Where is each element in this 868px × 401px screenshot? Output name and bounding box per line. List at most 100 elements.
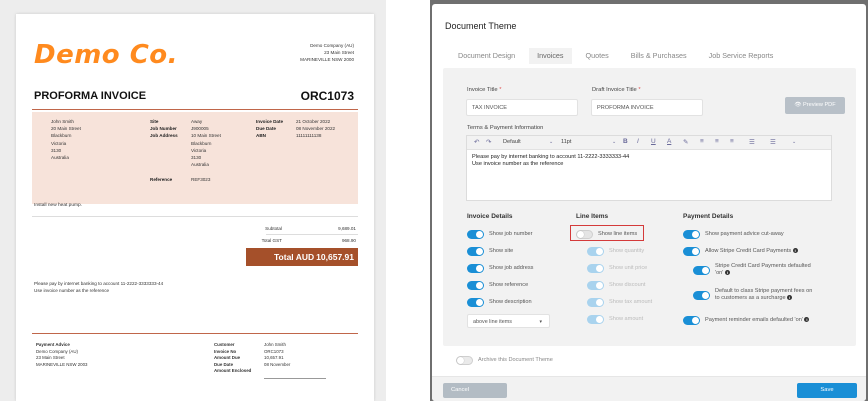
toggle-switch[interactable] xyxy=(683,230,700,239)
toggle-switch[interactable] xyxy=(467,281,484,290)
toggle-label: Show quantity xyxy=(609,248,645,254)
total-value: 10,657.91 xyxy=(316,252,354,262)
align-left-icon[interactable]: ≡ xyxy=(700,138,704,145)
description-position-value: above line items xyxy=(473,319,512,325)
required-mark: * xyxy=(638,87,641,93)
highlight-icon[interactable]: ✎ xyxy=(683,138,688,146)
site-labels: Site Job Number Job Address Reference xyxy=(150,118,178,183)
invoice-doc-title: PROFORMA INVOICE xyxy=(34,90,147,102)
terms-label: Terms & Payment Information xyxy=(467,125,544,131)
toggle-label: Show payment advice cut-away xyxy=(705,231,784,237)
from-city: MARINEVILLE NSW 2000 xyxy=(300,57,354,62)
from-address: Demo Company (AU) 23 Main Street MARINEV… xyxy=(300,42,354,63)
info-icon[interactable]: i xyxy=(787,295,793,301)
toggle-switch[interactable] xyxy=(456,356,473,365)
job-number-value: J900005 xyxy=(191,126,209,132)
document-theme-modal: Document Theme Document Design Invoices … xyxy=(432,4,866,401)
job-address-street: 10 Main Street xyxy=(191,133,221,139)
invoice-date-value: 21 October 2022 xyxy=(296,119,331,124)
toggle-switch[interactable] xyxy=(587,315,604,324)
job-address-country: Australia xyxy=(191,162,209,168)
total-label: Total AUD xyxy=(274,252,315,262)
toggle-label-line-1: Default to class Stripe payment fees on xyxy=(715,288,813,294)
customer-postcode: 3130 xyxy=(51,147,62,153)
advice-city: MARINEVILLE NSW 2003 xyxy=(36,361,88,367)
toggle-switch[interactable] xyxy=(683,316,700,325)
date-values: 21 October 2022 08 November 2022 1111111… xyxy=(296,118,335,140)
gst-value: 968.90 xyxy=(341,238,356,243)
tab-quotes[interactable]: Quotes xyxy=(578,48,617,64)
toggle-label: Show job address xyxy=(489,265,534,271)
undo-icon[interactable]: ↶ xyxy=(474,138,479,146)
tab-document-design[interactable]: Document Design xyxy=(450,48,523,64)
toggle-label: Show unit price xyxy=(609,265,648,271)
invoice-page: Demo Co. Demo Company (AU) 23 Main Stree… xyxy=(16,14,374,401)
payment-advice-block: Payment Advice Demo Company (AU) 23 Main… xyxy=(36,342,88,368)
from-company: Demo Company (AU) xyxy=(310,43,354,48)
invoice-details-heading: Invoice Details xyxy=(467,213,513,220)
modal-backdrop: Document Theme Document Design Invoices … xyxy=(430,0,868,401)
toggle-switch[interactable] xyxy=(693,291,710,300)
toggle-label: Show site xyxy=(489,248,514,254)
description-divider xyxy=(32,216,358,217)
bold-icon[interactable]: B xyxy=(623,138,628,145)
info-icon[interactable]: i xyxy=(724,270,730,276)
invoice-title-input[interactable]: TAX INVOICE xyxy=(466,99,578,116)
customer-suburb: Blackburn xyxy=(51,133,72,139)
customer-state: Victoria xyxy=(51,140,67,146)
job-address-state: Victoria xyxy=(191,147,207,153)
redo-icon[interactable]: ↷ xyxy=(486,138,491,146)
description-position-select[interactable]: above line items ▾ xyxy=(467,314,550,328)
invoice-preview-pane: Demo Co. Demo Company (AU) 23 Main Stree… xyxy=(0,0,386,401)
toggle-switch[interactable] xyxy=(587,264,604,273)
align-center-icon[interactable]: ≡ xyxy=(715,138,719,145)
toggle-switch[interactable] xyxy=(683,247,700,256)
numbered-list-icon[interactable]: ☰ xyxy=(770,138,776,146)
toggle-switch[interactable] xyxy=(587,281,604,290)
toggle-switch[interactable] xyxy=(467,264,484,273)
tab-job-service-reports[interactable]: Job Service Reports xyxy=(701,48,782,64)
job-address-suburb: Blackburn xyxy=(191,140,212,146)
toggle-switch[interactable] xyxy=(587,298,604,307)
toggle-switch[interactable] xyxy=(467,230,484,239)
underline-icon[interactable]: U xyxy=(651,138,656,145)
font-family-select[interactable]: Default xyxy=(503,139,521,145)
line-items-heading: Line Items xyxy=(576,213,609,220)
editor-toolbar: ↶ ↷ Default ⌄ 11pt ⌄ B I U A ✎ ≡ ≡ ≡ ☰ ☰… xyxy=(467,136,831,150)
toggle-switch[interactable] xyxy=(467,247,484,256)
terms-text-line-2: Use invoice number as the reference xyxy=(472,161,564,167)
amount-enclosed-line xyxy=(264,378,326,379)
draft-title-input[interactable]: PROFORMA INVOICE xyxy=(591,99,703,116)
size-caret-icon: ⌄ xyxy=(612,139,617,145)
invoice-date-label: Invoice Date xyxy=(256,119,284,124)
customer-country: Australia xyxy=(51,155,69,161)
terms-editor[interactable]: ↶ ↷ Default ⌄ 11pt ⌄ B I U A ✎ ≡ ≡ ≡ ☰ ☰… xyxy=(466,135,832,201)
toggle-switch[interactable] xyxy=(587,247,604,256)
total-band: Total AUD 10,657.91 xyxy=(246,248,358,266)
cancel-button[interactable]: Cancel xyxy=(443,383,507,398)
customer-address: John Smith 20 Main Street Blackburn Vict… xyxy=(51,118,81,161)
align-right-icon[interactable]: ≡ xyxy=(730,138,734,145)
bullet-list-icon[interactable]: ☰ xyxy=(749,138,755,146)
tab-invoices[interactable]: Invoices xyxy=(529,48,572,64)
font-size-select[interactable]: 11pt xyxy=(561,139,571,145)
toggle-label-line-2: 'on' xyxy=(715,270,724,276)
save-button[interactable]: Save xyxy=(797,383,857,398)
toggle-label: Payment reminder emails defaulted 'on' xyxy=(705,317,803,323)
toggle-switch[interactable] xyxy=(693,266,710,275)
italic-icon[interactable]: I xyxy=(637,138,639,145)
info-icon[interactable]: i xyxy=(804,317,810,323)
toggle-switch[interactable] xyxy=(467,298,484,307)
subtotal-label: Subtotal xyxy=(265,226,282,231)
site-value: Away xyxy=(191,119,203,124)
text-color-icon[interactable]: A xyxy=(667,138,671,145)
toggle-label-line-1: Stripe Credit Card Payments defaulted xyxy=(715,263,811,269)
preview-pdf-button[interactable]: 👁 Preview PDF xyxy=(785,97,845,114)
required-mark: * xyxy=(499,87,502,93)
tab-bills-purchases[interactable]: Bills & Purchases xyxy=(623,48,695,64)
info-icon[interactable]: i xyxy=(792,248,798,254)
terms-text[interactable]: Please pay by internet banking to accoun… xyxy=(472,154,629,168)
customer-street: 20 Main Street xyxy=(51,126,81,132)
font-caret-icon: ⌄ xyxy=(549,139,554,145)
toggle-label: Show description xyxy=(489,299,532,305)
